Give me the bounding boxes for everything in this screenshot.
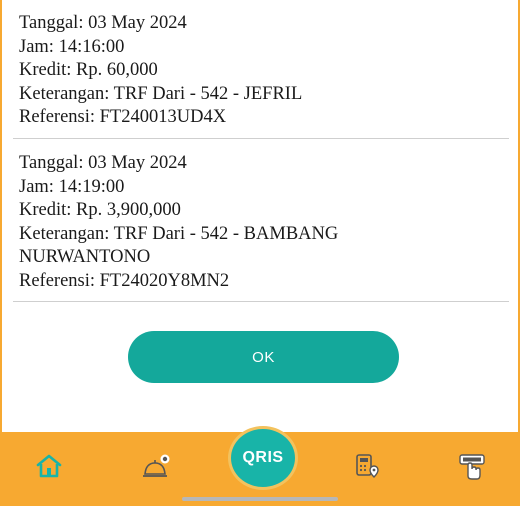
- home-icon: [36, 454, 62, 478]
- calculator-pin-icon: [356, 454, 379, 478]
- home-indicator: [182, 497, 338, 501]
- transaction-date: Tanggal: 03 May 2024: [19, 13, 187, 33]
- transaction-credit: Kredit: Rp. 60,000: [19, 60, 158, 80]
- atm-icon: [459, 454, 485, 480]
- divider: [13, 301, 509, 302]
- transaction-reference: Referensi: FT24020Y8MN2: [19, 270, 230, 291]
- nav-atm[interactable]: [456, 450, 488, 482]
- divider: [13, 138, 509, 139]
- transaction-description: Keterangan: TRF Dari - 542 - JEFRIL: [19, 83, 303, 104]
- transaction-credit: Kredit: Rp. 3,900,000: [19, 200, 181, 220]
- nav-calculator[interactable]: [350, 450, 382, 482]
- nav-service[interactable]: [140, 450, 172, 482]
- ok-button[interactable]: OK: [128, 331, 399, 383]
- transaction-time: Jam: 14:16:00: [19, 36, 125, 57]
- service-bell-icon: [143, 454, 170, 477]
- transaction-entry: Tanggal: 03 May 2024 Jam: 14:19:00 Kredi…: [19, 152, 499, 293]
- transaction-time: Jam: 14:19:00: [19, 176, 125, 197]
- qris-button[interactable]: QRIS: [228, 426, 298, 490]
- transaction-reference: Referensi: FT240013UD4X: [19, 107, 227, 127]
- transaction-description-cont: NURWANTONO: [19, 247, 151, 267]
- nav-home[interactable]: [33, 450, 65, 482]
- transaction-panel: Tanggal: 03 May 2024 Jam: 14:16:00 Kredi…: [2, 0, 518, 432]
- transaction-description: Keterangan: TRF Dari - 542 - BAMBANG: [19, 223, 339, 244]
- transaction-entry: Tanggal: 03 May 2024 Jam: 14:16:00 Kredi…: [19, 12, 499, 130]
- qris-icon: QRIS: [242, 449, 284, 466]
- transaction-date: Tanggal: 03 May 2024: [19, 153, 187, 173]
